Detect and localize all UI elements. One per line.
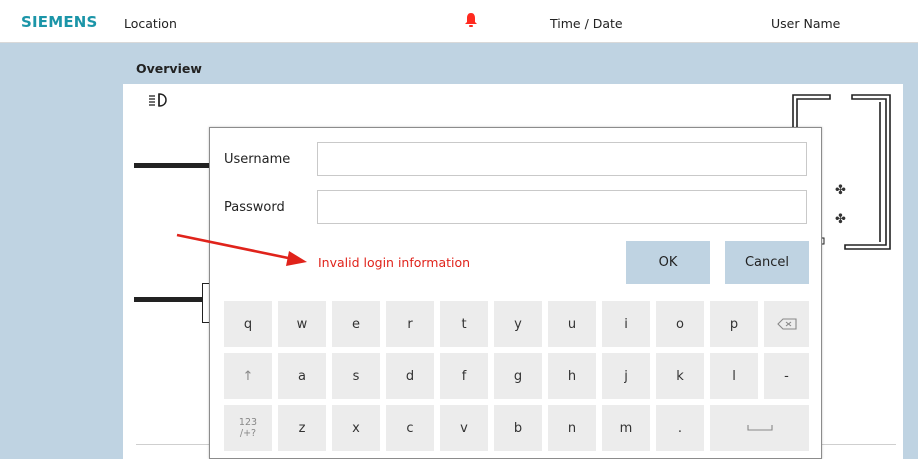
mode-switch-key[interactable]: 123 /+? [224, 405, 272, 451]
key-d[interactable]: d [386, 353, 434, 399]
key-e[interactable]: e [332, 301, 380, 347]
key-l[interactable]: l [710, 353, 758, 399]
key-i[interactable]: i [602, 301, 650, 347]
key-h[interactable]: h [548, 353, 596, 399]
password-label: Password [224, 200, 285, 215]
key-q[interactable]: q [224, 301, 272, 347]
key-v[interactable]: v [440, 405, 488, 451]
key-g[interactable]: g [494, 353, 542, 399]
password-field[interactable] [317, 190, 807, 224]
backspace-key[interactable] [764, 301, 809, 347]
mode-switch-label-bottom: /+? [239, 428, 257, 439]
key-j[interactable]: j [602, 353, 650, 399]
key-c[interactable]: c [386, 405, 434, 451]
ok-button[interactable]: OK [626, 241, 710, 284]
hmi-screen: SIEMENS Location Time / Date User Name O… [0, 0, 918, 459]
key-o[interactable]: o [656, 301, 704, 347]
bell-icon[interactable] [464, 12, 478, 28]
error-message: Invalid login information [318, 255, 471, 270]
backspace-icon [776, 318, 797, 330]
user-name-label[interactable]: User Name [771, 16, 840, 31]
shift-key[interactable]: ↑ [224, 353, 272, 399]
location-label[interactable]: Location [124, 16, 177, 31]
space-key[interactable] [710, 405, 809, 451]
key-x[interactable]: x [332, 405, 380, 451]
fan-icon[interactable]: ✤ [835, 182, 846, 198]
key-s[interactable]: s [332, 353, 380, 399]
pipe-segment [134, 163, 211, 168]
key-k[interactable]: k [656, 353, 704, 399]
fan-icon[interactable]: ✤ [835, 211, 846, 227]
key-m[interactable]: m [602, 405, 650, 451]
username-label: Username [224, 152, 291, 167]
space-icon [746, 425, 773, 431]
arrow-annotation-icon [176, 233, 307, 266]
key-r[interactable]: r [386, 301, 434, 347]
key-period[interactable]: . [656, 405, 704, 451]
key-y[interactable]: y [494, 301, 542, 347]
key-b[interactable]: b [494, 405, 542, 451]
pipe-segment [134, 297, 204, 302]
key-u[interactable]: u [548, 301, 596, 347]
brand-logo: SIEMENS [21, 13, 98, 31]
key-t[interactable]: t [440, 301, 488, 347]
cancel-button[interactable]: Cancel [725, 241, 809, 284]
username-field[interactable] [317, 142, 807, 176]
time-date-label: Time / Date [550, 16, 623, 31]
top-bar: SIEMENS Location Time / Date User Name [0, 0, 918, 43]
mode-switch-label-top: 123 [238, 417, 258, 428]
key-p[interactable]: p [710, 301, 758, 347]
key-f[interactable]: f [440, 353, 488, 399]
page-title: Overview [136, 61, 202, 76]
key-w[interactable]: w [278, 301, 326, 347]
key-dash[interactable]: - [764, 353, 809, 399]
light-icon[interactable] [148, 93, 168, 107]
key-a[interactable]: a [278, 353, 326, 399]
key-n[interactable]: n [548, 405, 596, 451]
key-z[interactable]: z [278, 405, 326, 451]
